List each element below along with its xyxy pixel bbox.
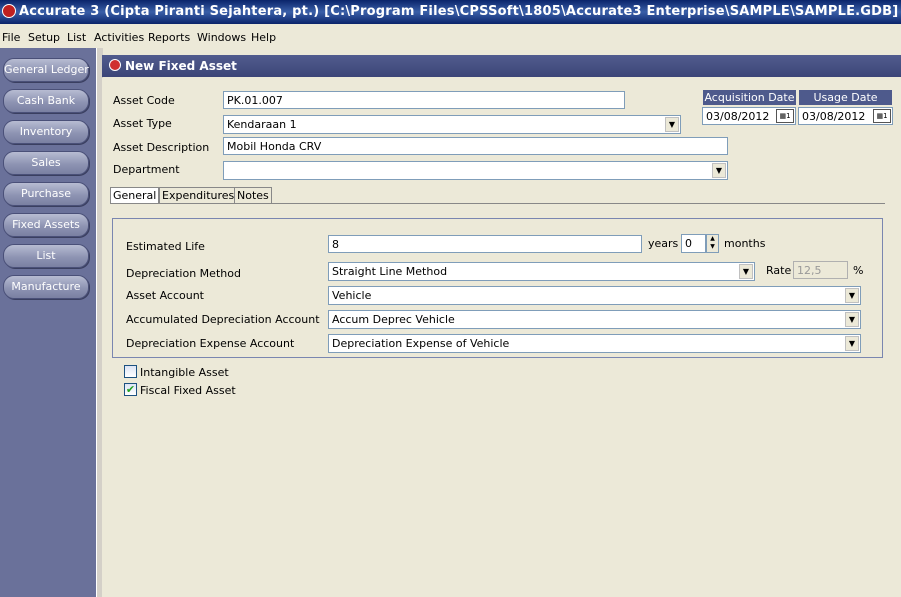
depreciation-expense-select[interactable]: Depreciation Expense of Vehicle ▼ [328,334,861,353]
accumulated-depreciation-select[interactable]: Accum Deprec Vehicle ▼ [328,310,861,329]
nav-cash-bank[interactable]: Cash Bank [3,89,89,113]
calendar-icon[interactable]: ▦1 [776,109,794,123]
chevron-down-icon[interactable]: ▼ [665,117,679,132]
asset-account-label: Asset Account [126,289,204,302]
app-title-bar: Accurate 3 (Cipta Piranti Sejahtera, pt.… [0,0,901,24]
intangible-asset-label: Intangible Asset [140,366,229,379]
chevron-down-icon[interactable]: ▼ [739,264,753,279]
usage-date-value: 03/08/2012 [802,110,866,123]
asset-type-select[interactable]: Kendaraan 1 ▼ [223,115,681,134]
nav-list[interactable]: List [3,244,89,268]
fiscal-fixed-asset-label: Fiscal Fixed Asset [140,384,236,397]
asset-code-input[interactable]: PK.01.007 [223,91,625,109]
menu-reports[interactable]: Reports [148,31,190,44]
depreciation-method-select[interactable]: Straight Line Method ▼ [328,262,755,281]
asset-description-label: Asset Description [113,141,210,154]
depreciation-method-value: Straight Line Method [332,265,448,278]
module-sidebar: General Ledger Cash Bank Inventory Sales… [0,48,96,597]
nav-fixed-assets[interactable]: Fixed Assets [3,213,89,237]
fiscal-fixed-asset-checkbox[interactable]: ✔ [124,383,137,396]
nav-inventory[interactable]: Inventory [3,120,89,144]
usage-date-input[interactable]: 03/08/2012 ▦1 [798,107,893,125]
asset-account-value: Vehicle [332,289,372,302]
asset-type-label: Asset Type [113,117,172,130]
nav-general-ledger[interactable]: General Ledger [3,58,89,82]
tab-divider [110,203,885,204]
menu-bar: File Setup List Activities Reports Windo… [0,27,901,47]
acquisition-date-value: 03/08/2012 [706,110,770,123]
menu-setup[interactable]: Setup [28,31,60,44]
depreciation-expense-value: Depreciation Expense of Vehicle [332,337,510,350]
chevron-down-icon[interactable]: ▼ [845,336,859,351]
tab-general[interactable]: General [110,187,160,204]
menu-help[interactable]: Help [251,31,276,44]
tab-notes[interactable]: Notes [234,187,272,204]
menu-list[interactable]: List [67,31,86,44]
rate-input: 12,5 [793,261,848,279]
depreciation-expense-label: Depreciation Expense Account [126,337,295,350]
menu-activities[interactable]: Activities [94,31,144,44]
rate-label: Rate [766,264,792,277]
nav-manufacture[interactable]: Manufacture [3,275,89,299]
app-title: Accurate 3 (Cipta Piranti Sejahtera, pt.… [19,4,899,19]
estimated-life-label: Estimated Life [126,240,205,253]
child-window-title-bar: New Fixed Asset [102,55,901,77]
tab-expenditures[interactable]: Expenditures [159,187,238,204]
department-select[interactable]: ▼ [223,161,728,180]
asset-code-label: Asset Code [113,94,175,107]
chevron-down-icon[interactable]: ▼ [845,312,859,327]
percent-sign: % [853,264,864,277]
asset-type-value: Kendaraan 1 [227,118,297,131]
menu-windows[interactable]: Windows [197,31,246,44]
app-icon[interactable] [2,4,16,18]
usage-date-header: Usage Date [799,90,892,105]
child-window-title: New Fixed Asset [125,59,237,73]
chevron-down-icon[interactable]: ▼ [712,163,726,178]
asset-description-input[interactable]: Mobil Honda CRV [223,137,728,155]
accumulated-depreciation-value: Accum Deprec Vehicle [332,313,455,326]
estimated-life-years-input[interactable]: 8 [328,235,642,253]
accumulated-depreciation-label: Accumulated Depreciation Account [126,313,320,326]
chevron-down-icon[interactable]: ▼ [845,288,859,303]
menu-file[interactable]: File [2,31,20,44]
asset-account-select[interactable]: Vehicle ▼ [328,286,861,305]
department-label: Department [113,163,180,176]
fixed-asset-window-icon[interactable] [109,59,121,71]
depreciation-method-label: Depreciation Method [126,267,241,280]
estimated-life-months-input[interactable]: 0 [681,234,706,253]
acquisition-date-header: Acquisition Date [703,90,796,105]
years-label: years [648,237,679,250]
months-spinner[interactable]: ▲ ▼ [706,234,719,253]
calendar-icon[interactable]: ▦1 [873,109,891,123]
acquisition-date-input[interactable]: 03/08/2012 ▦1 [702,107,796,125]
nav-purchase[interactable]: Purchase [3,182,89,206]
months-label: months [724,237,766,250]
intangible-asset-checkbox[interactable] [124,365,137,378]
nav-sales[interactable]: Sales [3,151,89,175]
